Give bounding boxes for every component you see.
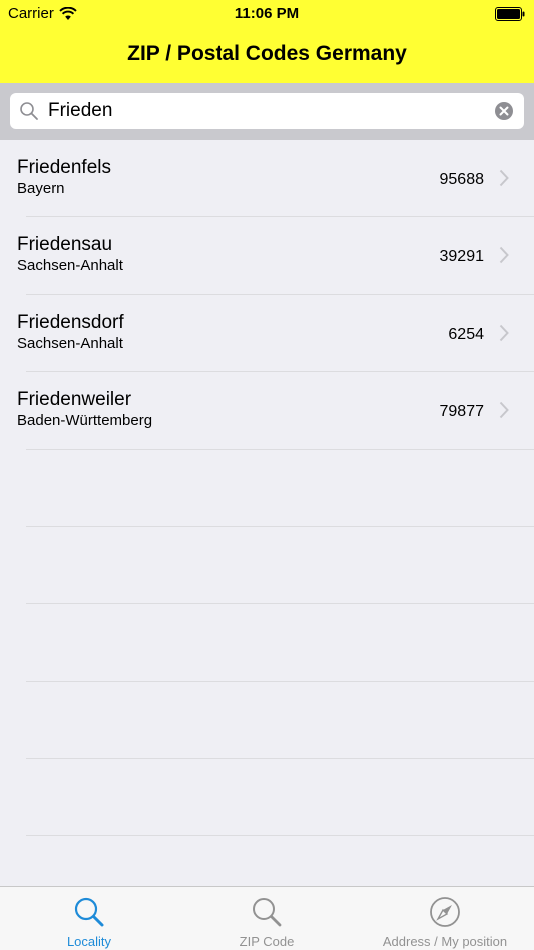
tab-bar: Locality ZIP Code Address / My position [0, 886, 534, 950]
search-input[interactable] [48, 93, 488, 129]
tab-label: ZIP Code [239, 934, 295, 949]
locality-state: Sachsen-Anhalt [17, 257, 123, 274]
status-time: 11:06 PM [234, 5, 300, 22]
search-field[interactable] [10, 93, 524, 129]
header: Carrier 11:06 PM ZIP / Postal Codes Germ… [0, 0, 534, 83]
tab-zip-code[interactable]: ZIP Code [178, 887, 356, 950]
locality-name: Friedensdorf [17, 312, 124, 333]
empty-row-divider [26, 526, 534, 527]
tab-label: Locality [66, 934, 112, 949]
locality-zip: 39291 [439, 248, 485, 265]
list-item[interactable]: Friedensau Sachsen-Anhalt 39291 [0, 217, 534, 294]
list-item[interactable]: Friedensdorf Sachsen-Anhalt 6254 [0, 295, 534, 372]
tab-label: Address / My position [382, 934, 508, 949]
locality-name: Friedenweiler [17, 389, 132, 410]
empty-row-divider [26, 835, 534, 836]
page-title: ZIP / Postal Codes Germany [127, 42, 407, 65]
locality-zip: 95688 [439, 171, 485, 188]
empty-row-divider [26, 681, 534, 682]
locality-name: Friedenfels [17, 157, 111, 178]
locality-name: Friedensau [17, 234, 113, 255]
magnifier-icon [74, 897, 104, 927]
compass-icon [430, 897, 460, 927]
chevron-right-icon [499, 324, 509, 342]
tab-locality[interactable]: Locality [0, 887, 178, 950]
status-bar: Carrier 11:06 PM [0, 0, 534, 28]
empty-row-divider [26, 758, 534, 759]
locality-zip: 79877 [439, 403, 485, 420]
locality-state: Bayern [17, 180, 65, 197]
list-item[interactable]: Friedenweiler Baden-Württemberg 79877 [0, 372, 534, 449]
locality-state: Baden-Württemberg [17, 412, 153, 429]
chevron-right-icon [499, 246, 509, 264]
tab-address[interactable]: Address / My position [356, 887, 534, 950]
empty-row-divider [26, 603, 534, 604]
chevron-right-icon [499, 401, 509, 419]
battery-icon [495, 7, 525, 21]
results-list: Friedenfels Bayern 95688 Friedensau Sach… [0, 140, 534, 886]
row-divider [26, 449, 534, 450]
magnifier-icon [253, 898, 282, 927]
list-item[interactable]: Friedenfels Bayern 95688 [0, 140, 534, 217]
clear-search-icon[interactable] [494, 101, 514, 121]
locality-zip: 6254 [448, 326, 484, 343]
locality-state: Sachsen-Anhalt [17, 335, 123, 352]
search-icon [20, 102, 38, 120]
search-bar [0, 83, 534, 140]
chevron-right-icon [499, 169, 509, 187]
